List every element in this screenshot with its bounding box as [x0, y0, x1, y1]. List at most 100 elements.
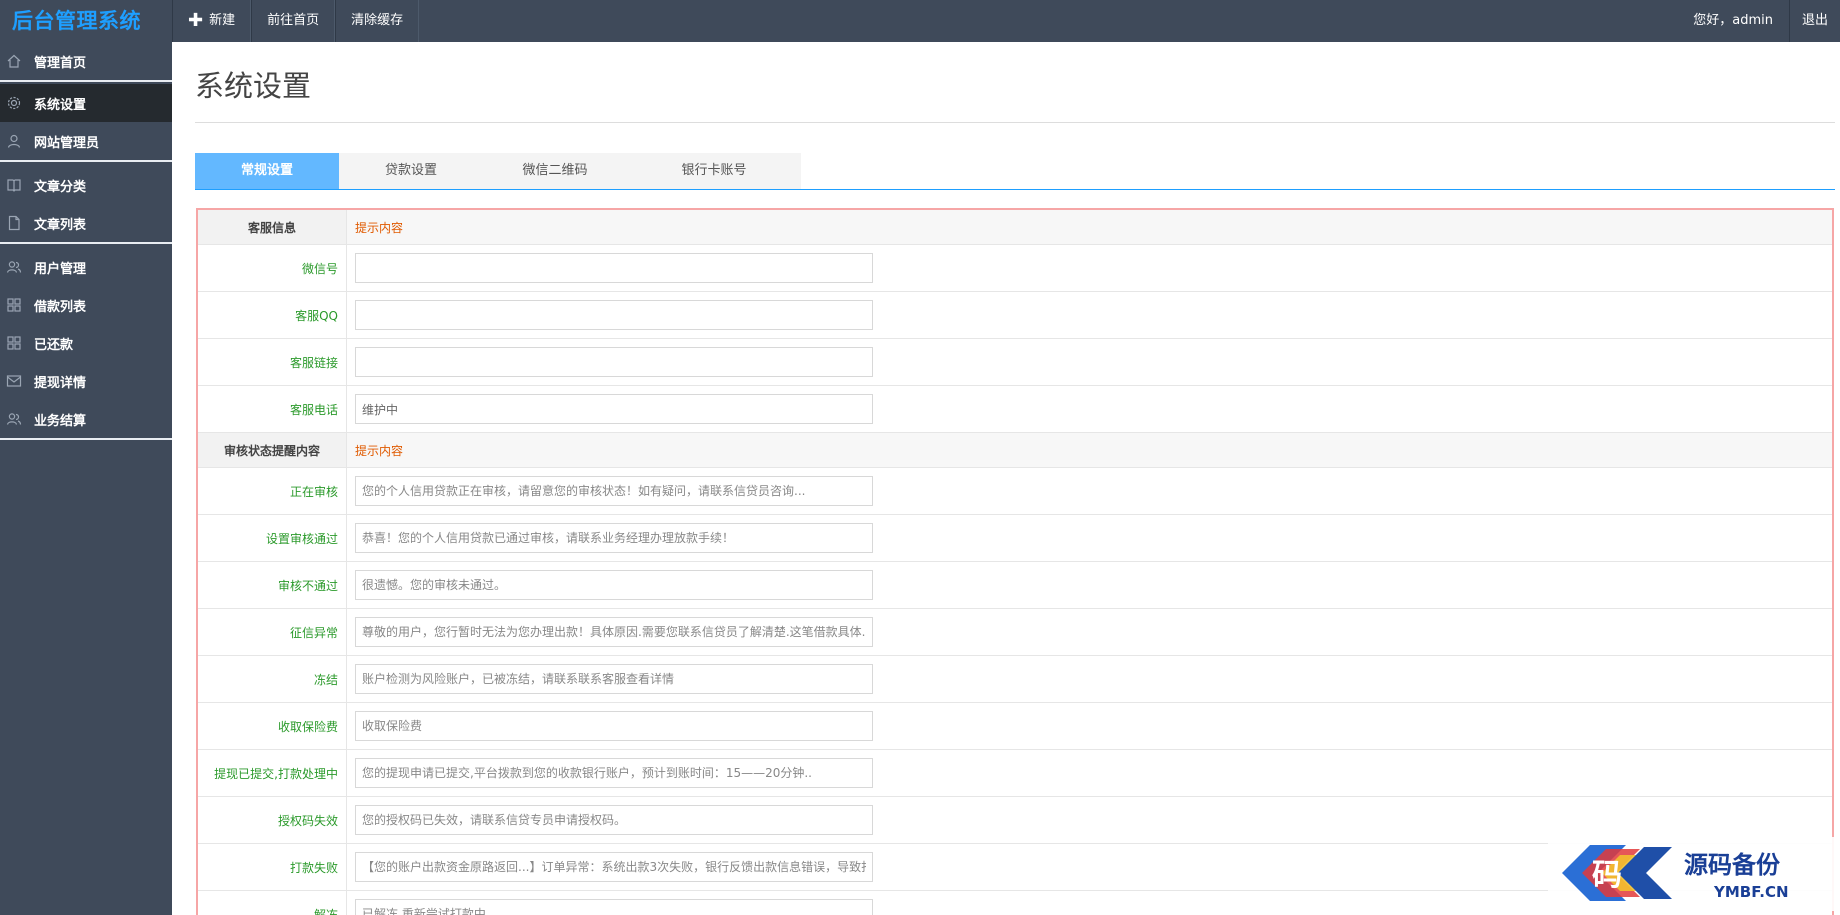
- sidebar-item-label: 提现详情: [34, 375, 87, 391]
- sidebar-item-withdraw-details[interactable]: 提现详情: [0, 362, 172, 400]
- field-label: 微信号: [198, 245, 347, 291]
- sidebar-item-repaid[interactable]: 已还款: [0, 324, 172, 362]
- field-label: 设置审核通过: [198, 515, 347, 561]
- field-label: 授权码失效: [198, 797, 347, 843]
- sidebar-item-label: 用户管理: [34, 261, 87, 277]
- sidebar-item-article-list[interactable]: 文章列表: [0, 204, 172, 242]
- sidebar-item-label: 借款列表: [34, 299, 87, 315]
- new-button-label: 新建: [209, 13, 236, 28]
- auth-invalid-input[interactable]: [355, 805, 873, 835]
- form-row-withdraw-submitted: 提现已提交,打款处理中: [198, 750, 1832, 797]
- form-row-link: 客服链接: [198, 339, 1832, 386]
- form-row-wechat: 微信号: [198, 245, 1832, 292]
- insurance-input[interactable]: [355, 711, 873, 741]
- sidebar-group-settings: 系统设置 网站管理员: [0, 84, 172, 162]
- top-nav: ✚ 新建 前往首页 清除缓存: [172, 0, 420, 42]
- watermark-glyph: 码: [1592, 858, 1622, 893]
- sidebar-item-label: 网站管理员: [34, 135, 100, 151]
- go-home-link[interactable]: 前往首页: [251, 0, 336, 42]
- brand-title[interactable]: 后台管理系统: [0, 0, 172, 42]
- sidebar: 管理首页 系统设置 网站管理员 文章分类 文章列表 用户管理 借款列表 已还款 …: [0, 42, 172, 915]
- form-row-frozen: 冻结: [198, 656, 1832, 703]
- qq-input[interactable]: [355, 300, 873, 330]
- service-phone-input[interactable]: [355, 394, 873, 424]
- book-icon: [6, 177, 22, 193]
- frozen-input[interactable]: [355, 664, 873, 694]
- sidebar-item-label: 文章列表: [34, 217, 87, 233]
- field-label: 解冻: [198, 891, 347, 915]
- form-row-qq: 客服QQ: [198, 292, 1832, 339]
- new-button[interactable]: ✚ 新建: [172, 0, 252, 42]
- sidebar-item-site-admin[interactable]: 网站管理员: [0, 122, 172, 160]
- tab-wechat-qrcode[interactable]: 微信二维码: [483, 153, 627, 189]
- tab-bar: 常规设置 贷款设置 微信二维码 银行卡账号: [195, 153, 1835, 190]
- withdraw-submitted-input[interactable]: [355, 758, 873, 788]
- field-label: 客服QQ: [198, 292, 347, 338]
- sidebar-item-label: 业务结算: [34, 413, 87, 429]
- user-icon: [6, 133, 22, 149]
- payment-failed-input[interactable]: [355, 852, 873, 882]
- form-row-phone: 客服电话: [198, 386, 1832, 433]
- sidebar-group-business: 用户管理 借款列表 已还款 提现详情 业务结算: [0, 248, 172, 440]
- rejected-input[interactable]: [355, 570, 873, 600]
- field-label: 冻结: [198, 656, 347, 702]
- sidebar-item-home[interactable]: 管理首页: [0, 42, 172, 80]
- form-row-reviewing: 正在审核: [198, 468, 1832, 515]
- sidebar-group-articles: 文章分类 文章列表: [0, 166, 172, 244]
- sidebar-item-settlement[interactable]: 业务结算: [0, 400, 172, 438]
- field-label: 提现已提交,打款处理中: [198, 750, 347, 796]
- grid-icon: [6, 335, 22, 351]
- watermark-site: YMBF.CN: [1713, 883, 1789, 901]
- tab-bank-card[interactable]: 银行卡账号: [627, 153, 801, 189]
- section-title: 客服信息: [198, 210, 347, 244]
- hint-text: 提示内容: [355, 220, 404, 235]
- envelope-icon: [6, 373, 22, 389]
- document-icon: [6, 215, 22, 231]
- credit-abnormal-input[interactable]: [355, 617, 873, 647]
- reviewing-input[interactable]: [355, 476, 873, 506]
- sidebar-group-home: 管理首页: [0, 42, 172, 82]
- sidebar-item-loan-list[interactable]: 借款列表: [0, 286, 172, 324]
- logout-link[interactable]: 退出: [1788, 0, 1840, 42]
- field-label: 客服电话: [198, 386, 347, 432]
- field-label: 收取保险费: [198, 703, 347, 749]
- plus-icon: ✚: [188, 10, 204, 31]
- section-header-review: 审核状态提醒内容 提示内容: [198, 433, 1832, 468]
- section-header-service: 客服信息 提示内容: [198, 210, 1832, 245]
- unfrozen-input[interactable]: [355, 899, 873, 915]
- top-right: 您好，admin 退出: [1677, 0, 1840, 42]
- top-bar: 后台管理系统 ✚ 新建 前往首页 清除缓存 您好，admin 退出: [0, 0, 1840, 42]
- field-label: 正在审核: [198, 468, 347, 514]
- sidebar-item-system-settings[interactable]: 系统设置: [0, 84, 172, 122]
- field-label: 审核不通过: [198, 562, 347, 608]
- field-label: 打款失败: [198, 844, 347, 890]
- approved-input[interactable]: [355, 523, 873, 553]
- sidebar-item-user-management[interactable]: 用户管理: [0, 248, 172, 286]
- gear-icon: [6, 95, 22, 111]
- divider: [195, 122, 1835, 123]
- hint-text: 提示内容: [355, 443, 404, 458]
- clear-cache-link[interactable]: 清除缓存: [335, 0, 420, 42]
- tab-loan-settings[interactable]: 贷款设置: [339, 153, 483, 189]
- users-icon: [6, 259, 22, 275]
- sidebar-item-article-category[interactable]: 文章分类: [0, 166, 172, 204]
- form-row-rejected: 审核不通过: [198, 562, 1832, 609]
- home-icon: [6, 53, 22, 69]
- section-title: 审核状态提醒内容: [198, 433, 347, 467]
- user-greeting: 您好，admin: [1693, 13, 1773, 28]
- sidebar-item-label: 管理首页: [34, 55, 87, 71]
- watermark-title: 源码备份: [1684, 850, 1781, 879]
- sidebar-item-label: 已还款: [34, 337, 74, 353]
- field-label: 客服链接: [198, 339, 347, 385]
- form-row-insurance: 收取保险费: [198, 703, 1832, 750]
- grid-icon: [6, 297, 22, 313]
- watermark-logo: 码 源码备份 YMBF.CN: [1548, 837, 1836, 911]
- main-content: 系统设置 常规设置 贷款设置 微信二维码 银行卡账号 客服信息 提示内容 微信号…: [172, 42, 1840, 915]
- wechat-input[interactable]: [355, 253, 873, 283]
- users-icon: [6, 411, 22, 427]
- service-link-input[interactable]: [355, 347, 873, 377]
- sidebar-item-label: 文章分类: [34, 179, 87, 195]
- page-title: 系统设置: [195, 69, 312, 103]
- form-row-approved: 设置审核通过: [198, 515, 1832, 562]
- tab-general-settings[interactable]: 常规设置: [195, 153, 339, 189]
